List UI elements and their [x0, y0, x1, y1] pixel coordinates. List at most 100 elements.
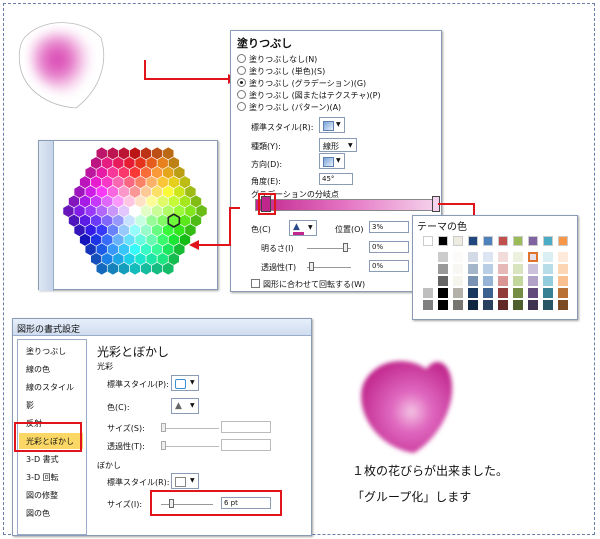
theme-swatch[interactable] [453, 264, 463, 274]
theme-swatch[interactable] [453, 288, 463, 298]
theme-swatch[interactable] [543, 252, 553, 262]
radio-icon[interactable] [237, 102, 246, 111]
position-input[interactable]: 3% [369, 221, 409, 233]
radio-icon[interactable] [237, 90, 246, 99]
theme-swatch[interactable] [558, 264, 568, 274]
theme-swatch[interactable] [423, 264, 433, 274]
theme-swatch[interactable] [453, 252, 463, 262]
fill-option-none[interactable]: 塗りつぶしなし(N) [237, 54, 317, 65]
theme-swatch[interactable] [498, 300, 508, 310]
glow-size-input[interactable] [221, 421, 271, 433]
theme-swatch[interactable] [543, 236, 553, 246]
theme-swatch[interactable] [528, 300, 538, 310]
theme-swatch[interactable] [423, 252, 433, 262]
checkbox-icon[interactable] [251, 279, 260, 288]
theme-swatch[interactable] [558, 276, 568, 286]
theme-swatch[interactable] [453, 276, 463, 286]
stop-color-dropdown[interactable]: ▲ ▼ [289, 220, 317, 236]
sidebar-item-3d-rotation[interactable]: 3-D 回転 [26, 472, 59, 483]
theme-swatch[interactable] [558, 252, 568, 262]
theme-swatch[interactable] [513, 236, 523, 246]
theme-swatch[interactable] [438, 276, 448, 286]
theme-swatch[interactable] [498, 264, 508, 274]
glow-preset-dropdown[interactable]: ▼ [171, 375, 199, 391]
theme-swatch[interactable] [498, 276, 508, 286]
theme-swatch[interactable] [543, 300, 553, 310]
theme-swatch[interactable] [483, 236, 493, 246]
theme-swatch[interactable] [513, 252, 523, 262]
sidebar-item-line-style[interactable]: 線のスタイル [26, 382, 74, 393]
angle-input[interactable]: 45° [319, 173, 353, 185]
rotate-with-shape-checkbox[interactable]: 図形に合わせて回転する(W) [251, 279, 365, 290]
gradient-bar[interactable] [255, 199, 437, 211]
sidebar-item-shadow[interactable]: 影 [26, 400, 34, 411]
theme-swatch[interactable] [483, 252, 493, 262]
theme-swatch[interactable] [513, 300, 523, 310]
theme-swatch[interactable] [453, 236, 463, 246]
theme-swatch[interactable] [528, 236, 538, 246]
radio-selected-icon[interactable] [237, 78, 246, 87]
brightness-input[interactable]: 0% [369, 241, 409, 253]
theme-swatch[interactable] [528, 264, 538, 274]
theme-swatch[interactable] [543, 276, 553, 286]
theme-swatch[interactable] [558, 236, 568, 246]
theme-swatch[interactable] [483, 264, 493, 274]
theme-swatch[interactable] [513, 288, 523, 298]
theme-color-grid[interactable] [423, 234, 573, 318]
theme-swatch[interactable] [558, 300, 568, 310]
sidebar-item-line-color[interactable]: 線の色 [26, 364, 50, 375]
theme-swatch[interactable] [438, 252, 448, 262]
transparency-slider-thumb[interactable] [309, 262, 314, 271]
theme-swatch[interactable] [468, 252, 478, 262]
glow-transparency-input[interactable] [221, 439, 271, 451]
theme-swatch[interactable] [513, 276, 523, 286]
theme-swatch[interactable] [543, 264, 553, 274]
fill-option-pattern[interactable]: 塗りつぶし (パターン)(A) [237, 102, 341, 113]
fill-option-solid[interactable]: 塗りつぶし (単色)(S) [237, 66, 325, 77]
theme-swatch[interactable] [423, 276, 433, 286]
theme-swatch[interactable] [483, 276, 493, 286]
preset-gradient-dropdown[interactable]: ▼ [319, 117, 345, 133]
type-dropdown[interactable]: 線形 ▼ [319, 138, 357, 152]
theme-swatch[interactable] [438, 236, 448, 246]
transparency-input[interactable]: 0% [369, 260, 409, 272]
brightness-slider-thumb[interactable] [343, 243, 348, 252]
theme-swatch[interactable] [513, 264, 523, 274]
sidebar-item-fill[interactable]: 塗りつぶし [26, 346, 66, 357]
theme-swatch[interactable] [438, 288, 448, 298]
theme-swatch[interactable] [543, 288, 553, 298]
direction-dropdown[interactable]: ▼ [319, 153, 345, 169]
fill-option-gradient[interactable]: 塗りつぶし (グラデーション)(G) [237, 78, 366, 89]
theme-swatch[interactable] [468, 300, 478, 310]
theme-swatch[interactable] [528, 288, 538, 298]
theme-swatch-selected[interactable] [528, 252, 538, 262]
theme-swatch[interactable] [423, 300, 433, 310]
theme-swatch[interactable] [468, 236, 478, 246]
radio-icon[interactable] [237, 66, 246, 75]
theme-swatch[interactable] [423, 236, 433, 246]
radio-icon[interactable] [237, 54, 246, 63]
theme-swatch[interactable] [468, 288, 478, 298]
fill-option-picture[interactable]: 塗りつぶし (図またはテクスチャ)(P) [237, 90, 381, 101]
sidebar-item-picture-corrections[interactable]: 図の修整 [26, 490, 58, 501]
theme-swatch[interactable] [483, 300, 493, 310]
theme-swatch[interactable] [438, 300, 448, 310]
theme-swatch[interactable] [528, 276, 538, 286]
glow-transparency-slider-thumb[interactable] [161, 441, 166, 450]
theme-swatch[interactable] [498, 236, 508, 246]
theme-swatch[interactable] [438, 264, 448, 274]
chevron-down-icon: ▼ [348, 142, 353, 149]
sidebar-item-3d-format[interactable]: 3-D 書式 [26, 454, 59, 465]
theme-swatch[interactable] [498, 252, 508, 262]
sidebar-item-picture-color[interactable]: 図の色 [26, 508, 50, 519]
theme-swatch[interactable] [498, 288, 508, 298]
theme-swatch[interactable] [423, 288, 433, 298]
glow-color-dropdown[interactable]: ▲ ▼ [171, 398, 199, 414]
soft-preset-dropdown[interactable]: ▼ [171, 473, 199, 489]
theme-swatch[interactable] [558, 288, 568, 298]
glow-size-slider-thumb[interactable] [161, 423, 166, 432]
theme-swatch[interactable] [453, 300, 463, 310]
theme-swatch[interactable] [483, 288, 493, 298]
theme-swatch[interactable] [468, 276, 478, 286]
theme-swatch[interactable] [468, 264, 478, 274]
